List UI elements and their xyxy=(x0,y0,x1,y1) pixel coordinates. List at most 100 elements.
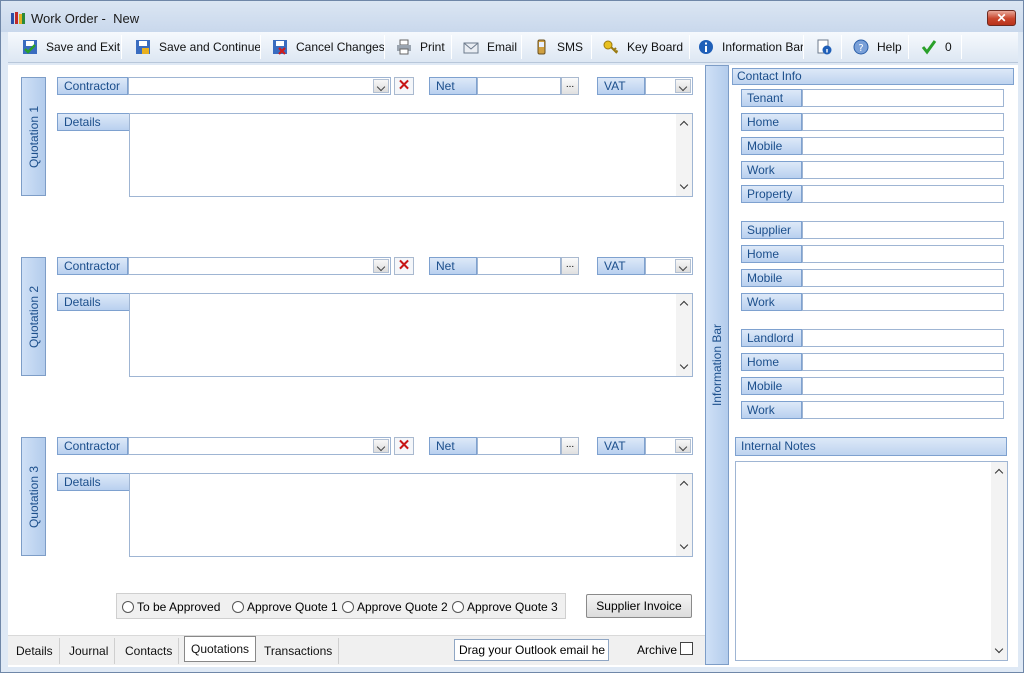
contact-label: Home xyxy=(741,353,802,371)
help-button[interactable]: ? Help xyxy=(853,32,902,62)
net-input[interactable] xyxy=(477,77,561,95)
chevron-down-icon[interactable] xyxy=(373,259,389,273)
quotation-1-tab[interactable]: Quotation 1 xyxy=(21,77,46,196)
contractor-dropdown[interactable] xyxy=(128,437,391,455)
scrollbar[interactable] xyxy=(676,294,692,376)
supplier-work-field[interactable] xyxy=(802,293,1004,311)
toolbar-separator xyxy=(521,35,522,59)
net-ellipsis-button[interactable]: ... xyxy=(561,257,579,275)
save-exit-label: Save and Exit xyxy=(46,40,121,54)
contractor-label: Contractor xyxy=(57,437,128,455)
archive-checkbox[interactable] xyxy=(680,642,693,655)
information-bar-button[interactable]: Information Bar xyxy=(698,32,804,62)
sms-button[interactable]: SMS xyxy=(533,32,583,62)
radio-circle-icon xyxy=(232,601,244,613)
tab-transactions[interactable]: Transactions xyxy=(258,638,340,664)
email-icon xyxy=(463,42,479,54)
toolbar-separator xyxy=(803,35,804,59)
tenant-mobile-field[interactable] xyxy=(802,137,1004,155)
tab-details[interactable]: Details xyxy=(10,638,60,664)
save-continue-button[interactable]: Save and Continue xyxy=(135,32,261,62)
information-bar-label: Information Bar xyxy=(710,323,724,407)
supplier-home-field[interactable] xyxy=(802,245,1004,263)
clear-contractor-button[interactable]: ✕ xyxy=(394,437,414,455)
quotation-1-label: Quotation 1 xyxy=(26,105,41,168)
toolbar-separator xyxy=(260,35,261,59)
chevron-down-icon[interactable] xyxy=(675,259,691,273)
chevron-down-icon[interactable] xyxy=(373,79,389,93)
details-textarea[interactable] xyxy=(129,473,693,557)
supplier-field[interactable] xyxy=(802,221,1004,239)
internal-notes-textarea[interactable] xyxy=(735,461,1008,661)
supplier-mobile-field[interactable] xyxy=(802,269,1004,287)
quotation-3-tab[interactable]: Quotation 3 xyxy=(21,437,46,556)
net-input[interactable] xyxy=(477,437,561,455)
chevron-down-icon[interactable] xyxy=(675,439,691,453)
radio-approve-quote-3[interactable]: Approve Quote 3 xyxy=(452,600,558,614)
email-button[interactable]: Email xyxy=(463,32,517,62)
net-ellipsis-button[interactable]: ... xyxy=(561,77,579,95)
tick-count-button[interactable]: 0 xyxy=(921,32,952,62)
contact-label: Mobile xyxy=(741,269,802,287)
landlord-field[interactable] xyxy=(802,329,1004,347)
document-info-button[interactable] xyxy=(816,32,840,62)
close-button[interactable]: ✕ xyxy=(987,10,1016,26)
radio-label: Approve Quote 1 xyxy=(247,600,338,614)
contact-label: Home xyxy=(741,113,802,131)
details-textarea[interactable] xyxy=(129,293,693,377)
scrollbar[interactable] xyxy=(676,474,692,556)
archive-label: Archive xyxy=(637,643,678,657)
contact-label: Landlord xyxy=(741,329,802,347)
help-icon: ? xyxy=(853,39,869,55)
contact-label: Mobile xyxy=(741,137,802,155)
save-exit-button[interactable]: Save and Exit xyxy=(22,32,120,62)
work-order-window: Work Order - New ✕ Save and Exit Save an… xyxy=(0,0,1024,673)
vat-label: VAT xyxy=(597,257,645,275)
net-label: Net xyxy=(429,257,477,275)
details-label: Details xyxy=(57,473,130,491)
vat-dropdown[interactable] xyxy=(645,77,693,95)
tick-count-label: 0 xyxy=(945,40,952,54)
toolbar-separator xyxy=(961,35,962,59)
vat-label: VAT xyxy=(597,77,645,95)
net-ellipsis-button[interactable]: ... xyxy=(561,437,579,455)
information-bar-toggle[interactable]: Information Bar xyxy=(705,65,729,665)
chevron-down-icon[interactable] xyxy=(373,439,389,453)
toolbar-separator xyxy=(121,35,122,59)
radio-approve-quote-1[interactable]: Approve Quote 1 xyxy=(232,600,338,614)
client-area: Quotation 1 Contractor ✕ Net ... VAT Det… xyxy=(8,65,1018,667)
scrollbar[interactable] xyxy=(676,114,692,196)
cancel-changes-button[interactable]: Cancel Changes xyxy=(272,32,385,62)
radio-approve-quote-2[interactable]: Approve Quote 2 xyxy=(342,600,448,614)
toolbar-separator xyxy=(689,35,690,59)
tenant-work-field[interactable] xyxy=(802,161,1004,179)
property-field[interactable] xyxy=(802,185,1004,203)
clear-contractor-button[interactable]: ✕ xyxy=(394,77,414,95)
clear-contractor-button[interactable]: ✕ xyxy=(394,257,414,275)
tab-journal[interactable]: Journal xyxy=(63,638,116,664)
supplier-invoice-button[interactable]: Supplier Invoice xyxy=(586,594,692,618)
vat-dropdown[interactable] xyxy=(645,437,693,455)
net-input[interactable] xyxy=(477,257,561,275)
tenant-field[interactable] xyxy=(802,89,1004,107)
contractor-dropdown[interactable] xyxy=(128,77,391,95)
outlook-drag-field[interactable]: Drag your Outlook email he xyxy=(454,639,609,661)
quotation-2-tab[interactable]: Quotation 2 xyxy=(21,257,46,376)
document-info-icon xyxy=(817,39,832,55)
print-button[interactable]: Print xyxy=(396,32,445,62)
keyboard-button[interactable]: Key Board xyxy=(603,32,683,62)
tenant-home-field[interactable] xyxy=(802,113,1004,131)
landlord-mobile-field[interactable] xyxy=(802,377,1004,395)
tab-quotations[interactable]: Quotations xyxy=(184,636,257,662)
toolbar-separator xyxy=(451,35,452,59)
radio-to-be-approved[interactable]: To be Approved xyxy=(122,600,220,614)
landlord-home-field[interactable] xyxy=(802,353,1004,371)
chevron-down-icon[interactable] xyxy=(675,79,691,93)
vat-label: VAT xyxy=(597,437,645,455)
landlord-work-field[interactable] xyxy=(802,401,1004,419)
contractor-dropdown[interactable] xyxy=(128,257,391,275)
scrollbar[interactable] xyxy=(991,462,1007,660)
vat-dropdown[interactable] xyxy=(645,257,693,275)
tab-contacts[interactable]: Contacts xyxy=(119,638,180,664)
details-textarea[interactable] xyxy=(129,113,693,197)
